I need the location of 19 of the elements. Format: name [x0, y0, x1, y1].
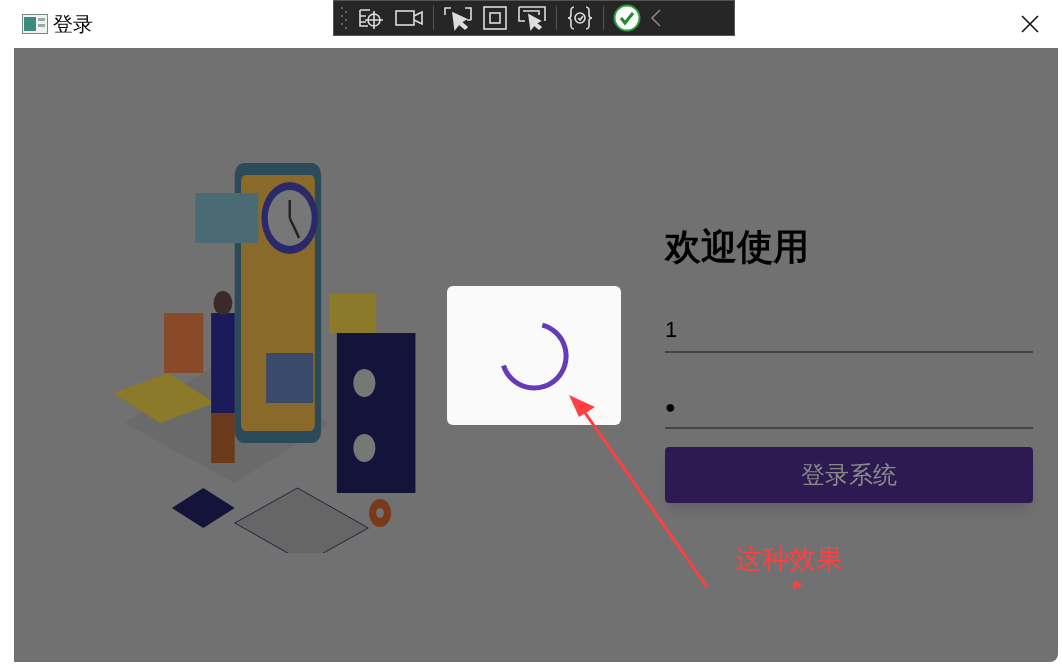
check-circle-icon[interactable] [613, 4, 641, 32]
pointer-icon [793, 580, 803, 590]
login-button[interactable]: 登录系统 [665, 447, 1033, 503]
screen-cursor-icon[interactable] [517, 5, 547, 31]
square-icon[interactable] [482, 5, 508, 31]
grip-icon[interactable] [340, 4, 348, 32]
window-title: 登录 [53, 12, 93, 37]
annotation-text: 这种效果 [735, 543, 843, 576]
crosshair-icon[interactable] [357, 6, 385, 30]
chevron-left-icon[interactable] [650, 8, 662, 28]
username-field[interactable]: 1 [665, 313, 1033, 345]
cursor-select-icon[interactable] [443, 5, 473, 31]
loading-spinner-icon [499, 320, 569, 391]
welcome-heading: 欢迎使用 [665, 225, 810, 269]
password-field[interactable]: ● [665, 385, 1033, 429]
close-icon[interactable] [1021, 15, 1039, 33]
app-icon [22, 14, 48, 34]
video-camera-icon[interactable] [394, 8, 424, 28]
braces-gear-icon[interactable] [566, 5, 594, 31]
